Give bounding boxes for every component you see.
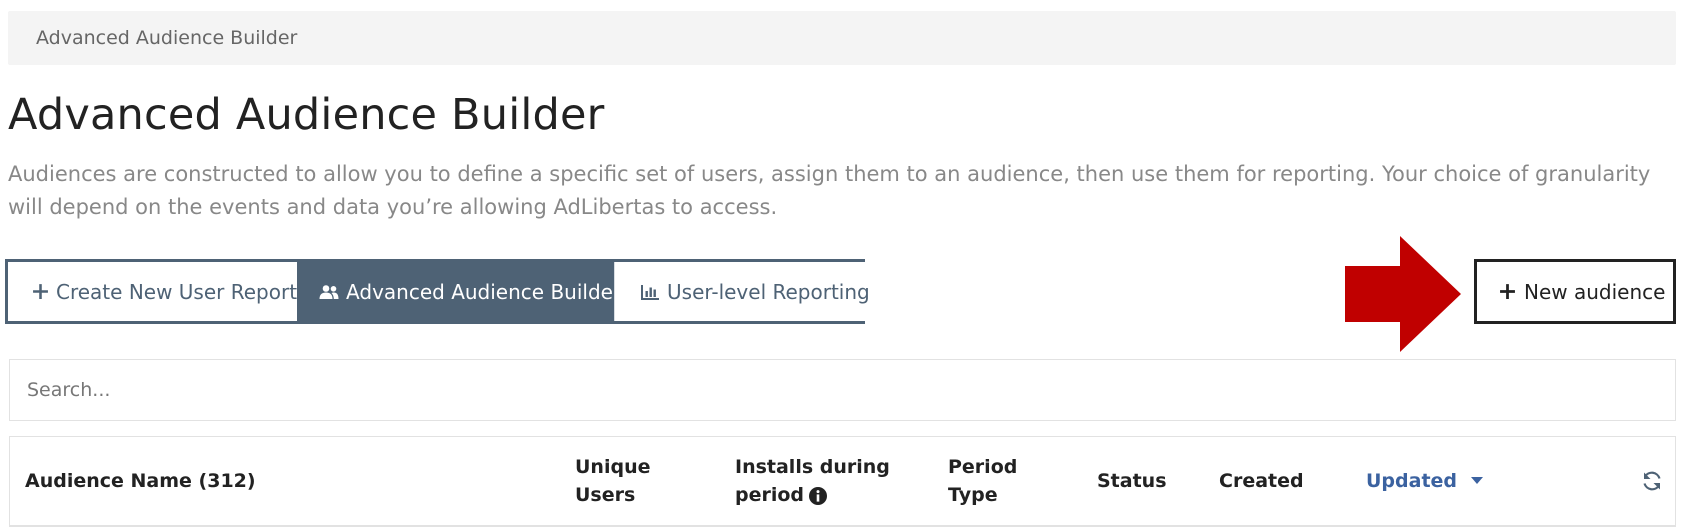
tab-label: Advanced Audience Builder bbox=[346, 279, 622, 304]
tab-label: User-level Reporting bbox=[667, 279, 870, 304]
column-header-status[interactable]: Status bbox=[1097, 467, 1167, 495]
breadcrumb: Advanced Audience Builder bbox=[8, 11, 1676, 65]
column-header-unique-users[interactable]: Unique Users bbox=[575, 453, 650, 509]
column-header-installs-during-period[interactable]: Installs during period bbox=[735, 453, 890, 509]
tab-create-new-user-report[interactable]: Create New User Report bbox=[8, 262, 298, 321]
refresh-icon[interactable] bbox=[1641, 470, 1663, 492]
column-header-audience-name[interactable]: Audience Name (312) bbox=[25, 467, 256, 495]
column-header-period-type[interactable]: Period Type bbox=[948, 453, 1017, 509]
page-title: Advanced Audience Builder bbox=[8, 90, 605, 140]
breadcrumb-current: Advanced Audience Builder bbox=[36, 27, 298, 49]
bar-chart-icon bbox=[641, 284, 660, 300]
sort-caret-down-icon bbox=[1471, 477, 1484, 485]
page-description: Audiences are constructed to allow you t… bbox=[8, 162, 1651, 219]
new-audience-button[interactable]: New audience bbox=[1474, 259, 1676, 324]
tab-user-level-reporting[interactable]: User-level Reporting bbox=[614, 262, 870, 321]
view-tab-group: Create New User Report Advanced Audience… bbox=[5, 259, 870, 324]
annotation-arrow-icon bbox=[1345, 236, 1461, 352]
audience-table-header: Audience Name (312) Unique Users Install… bbox=[9, 436, 1676, 527]
info-icon[interactable] bbox=[808, 486, 828, 506]
plus-icon bbox=[1499, 283, 1516, 300]
column-header-updated[interactable]: Updated bbox=[1366, 467, 1484, 495]
new-audience-label: New audience bbox=[1524, 279, 1666, 304]
tab-label: Create New User Report bbox=[56, 279, 298, 304]
users-icon bbox=[319, 284, 339, 300]
tab-advanced-audience-builder[interactable]: Advanced Audience Builder bbox=[297, 262, 621, 321]
plus-icon bbox=[32, 283, 49, 300]
column-header-created[interactable]: Created bbox=[1219, 467, 1304, 495]
search-input[interactable] bbox=[9, 359, 1676, 421]
